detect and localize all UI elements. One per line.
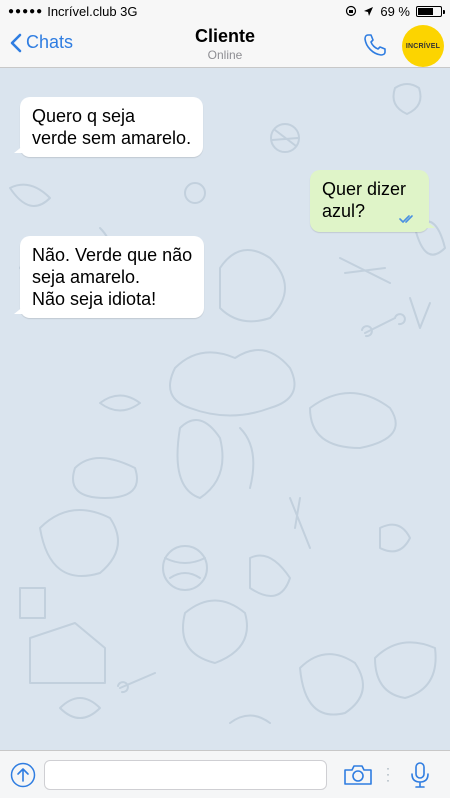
status-right: 69 % <box>345 3 445 19</box>
message-bubble-incoming[interactable]: Quero q seja verde sem amarelo. <box>13 97 204 157</box>
signal-strength-icon: ●●●●● <box>8 5 44 17</box>
battery-percentage: 69 % <box>380 3 410 19</box>
read-receipt-icon <box>399 215 413 223</box>
message-line: Não seja idiota! <box>32 289 157 309</box>
microphone-icon[interactable] <box>410 761 430 789</box>
message-bubble-incoming[interactable]: Não. Verde que não seja amarelo. Não sej… <box>13 236 205 318</box>
rotation-lock-icon <box>346 5 357 17</box>
message-line: Não. Verde que não <box>32 245 193 265</box>
chat-header: Chats Cliente Online INCRÍVEL <box>0 22 450 68</box>
phone-icon[interactable] <box>362 32 388 58</box>
message-line: verde sem amarelo. <box>32 128 192 148</box>
message-line: Quer dizer <box>322 179 407 199</box>
status-bar: ●●●●● Incrível.club 3G 69 % <box>0 0 450 22</box>
message-bubble-outgoing[interactable]: Quer dizer azul? <box>310 170 435 232</box>
avatar[interactable]: INCRÍVEL <box>402 25 444 67</box>
battery-icon <box>416 5 445 17</box>
chat-area: Quero q seja verde sem amarelo. Quer diz… <box>0 68 450 750</box>
message-composer: · · · <box>0 750 450 798</box>
camera-icon[interactable] <box>343 763 373 787</box>
message-line: seja amarelo. <box>32 267 141 287</box>
message-line: Quero q seja <box>32 106 136 126</box>
separator-dots-icon: · · · <box>386 761 390 787</box>
battery-level <box>418 7 434 15</box>
location-arrow-icon <box>364 6 374 16</box>
attach-arrow-up-icon[interactable] <box>10 762 36 788</box>
message-input[interactable] <box>44 760 327 790</box>
carrier-label: Incrível.club 3G <box>47 3 138 19</box>
